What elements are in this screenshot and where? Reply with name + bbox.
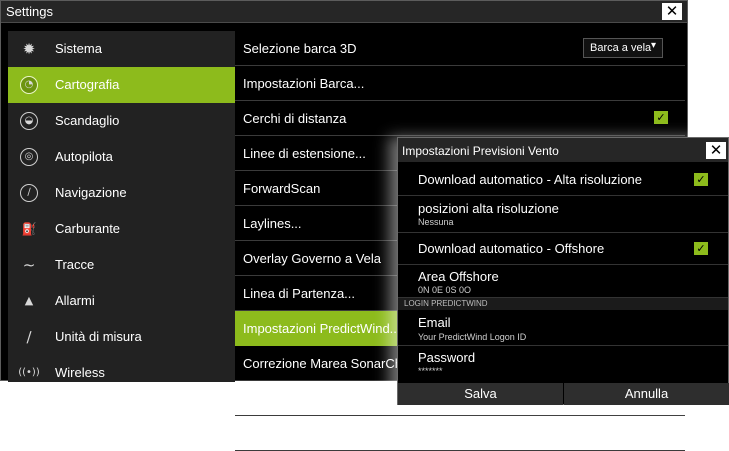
login-section-header: LOGIN PREDICTWIND	[398, 298, 728, 310]
option-label: Informazione Popup	[243, 426, 360, 441]
auto-download-offshore-label: Download automatico - Offshore	[418, 241, 605, 256]
navigation-icon: ∕	[20, 184, 38, 202]
email-row[interactable]: Email Your PredictWind Logon ID	[398, 310, 728, 346]
sidebar-item-label: Carburante	[55, 221, 121, 236]
auto-download-offshore-row[interactable]: Download automatico - Offshore ✓	[398, 233, 728, 265]
boat-3d-dropdown[interactable]: Barca a vela ▾	[583, 38, 663, 58]
sidebar-item-navigazione[interactable]: ∕ Navigazione	[8, 175, 235, 211]
sidebar-item-allarmi[interactable]: ▲ Allarmi	[8, 283, 235, 319]
settings-header: Settings ✕	[1, 1, 687, 23]
option-label: Cerchi di distanza	[243, 111, 347, 126]
sidebar-item-label: Unità di misura	[55, 329, 142, 344]
sidebar-item-label: Autopilota	[55, 149, 113, 164]
auto-download-offshore-checkbox[interactable]: ✓	[694, 242, 708, 255]
option-label: Sincronizza carta 2D/3D	[243, 391, 384, 406]
option-label: Laylines...	[243, 216, 302, 231]
tracks-icon: ∼	[22, 256, 36, 274]
sonar-icon: ◒	[20, 112, 38, 130]
sidebar-item-tracce[interactable]: ∼ Tracce	[8, 247, 235, 283]
chart-icon: ◔	[20, 76, 38, 94]
option-label: Overlay Governo a Vela	[243, 251, 382, 266]
sidebar-item-scandaglio[interactable]: ◒ Scandaglio	[8, 103, 235, 139]
option-cerchi-di-distanza[interactable]: Cerchi di distanza ✓	[235, 101, 685, 136]
email-label: Email	[418, 315, 451, 330]
option-label: Impostazioni Barca...	[243, 76, 365, 91]
settings-title: Settings	[6, 4, 53, 19]
gear-icon: ✹	[22, 40, 36, 58]
sidebar-item-autopilota[interactable]: ◎ Autopilota	[8, 139, 235, 175]
hires-positions-value: Nessuna	[418, 217, 454, 227]
settings-sidebar: ✹ Sistema ◔ Cartografia ◒ Scandaglio ◎ A…	[8, 31, 235, 382]
chevron-down-icon: ▾	[650, 40, 656, 51]
hires-positions-row[interactable]: posizioni alta risoluzione Nessuna	[398, 196, 728, 233]
option-label: Linee di estensione...	[243, 146, 366, 161]
sidebar-item-carburante[interactable]: ⛽ Carburante	[8, 211, 235, 247]
offshore-area-row[interactable]: Area Offshore 0N 0E 0S 0O	[398, 265, 728, 298]
offshore-area-label: Area Offshore	[418, 269, 499, 284]
sidebar-item-sistema[interactable]: ✹ Sistema	[8, 31, 235, 67]
wind-forecast-dialog: Impostazioni Previsioni Vento ✕ Download…	[397, 137, 729, 405]
sidebar-item-label: Cartografia	[55, 77, 120, 92]
sidebar-item-label: Tracce	[55, 257, 95, 272]
option-label: Correzione Marea SonarChart	[243, 356, 418, 371]
password-field[interactable]: *******	[418, 366, 443, 376]
sidebar-item-label: Allarmi	[55, 293, 95, 308]
option-label: Linea di Partenza...	[243, 286, 356, 301]
option-impostazioni-barca[interactable]: Impostazioni Barca...	[235, 66, 685, 101]
auto-download-hires-row[interactable]: Download automatico - Alta risoluzione ✓	[398, 162, 728, 196]
dialog-header: Impostazioni Previsioni Vento ✕	[398, 138, 728, 162]
password-label: Password	[418, 350, 476, 365]
sidebar-item-label: Navigazione	[55, 185, 127, 200]
wireless-icon: ((•))	[18, 367, 40, 378]
sidebar-item-cartografia[interactable]: ◔ Cartografia	[8, 67, 235, 103]
login-section-label: LOGIN PREDICTWIND	[404, 299, 488, 308]
sidebar-item-unita-di-misura[interactable]: ∕ Unità di misura	[8, 319, 235, 355]
dropdown-value: Barca a vela	[590, 42, 652, 54]
auto-download-hires-label: Download automatico - Alta risoluzione	[418, 172, 643, 187]
auto-download-hires-checkbox[interactable]: ✓	[694, 173, 708, 186]
units-icon: ∕	[26, 328, 32, 346]
close-dialog-button[interactable]: ✕	[706, 142, 726, 159]
option-label: ForwardScan	[243, 181, 321, 196]
option-selezione-barca-3d[interactable]: Selezione barca 3D Barca a vela ▾	[235, 31, 685, 66]
cancel-button[interactable]: Annulla	[564, 383, 729, 405]
save-button[interactable]: Salva	[398, 383, 563, 405]
hires-positions-label: posizioni alta risoluzione	[418, 201, 559, 216]
option-label: Impostazioni PredictWind...	[243, 321, 401, 336]
sidebar-item-label: Sistema	[55, 41, 102, 56]
option-informazione-popup[interactable]: Informazione Popup	[235, 416, 685, 451]
sidebar-item-label: Wireless	[55, 365, 105, 380]
password-row[interactable]: Password *******	[398, 346, 728, 383]
dialog-title: Impostazioni Previsioni Vento	[402, 144, 559, 158]
offshore-area-value: 0N 0E 0S 0O	[418, 285, 472, 295]
autopilot-icon: ◎	[20, 148, 38, 166]
option-label: Selezione barca 3D	[243, 41, 357, 56]
sidebar-item-wireless[interactable]: ((•)) Wireless	[8, 355, 235, 382]
alarm-icon: ▲	[24, 294, 34, 307]
email-field[interactable]: Your PredictWind Logon ID	[418, 332, 526, 342]
sidebar-item-label: Scandaglio	[55, 113, 120, 128]
range-rings-checkbox[interactable]: ✓	[654, 111, 668, 124]
fuel-icon: ⛽	[21, 222, 37, 236]
close-settings-button[interactable]: ✕	[662, 3, 682, 20]
